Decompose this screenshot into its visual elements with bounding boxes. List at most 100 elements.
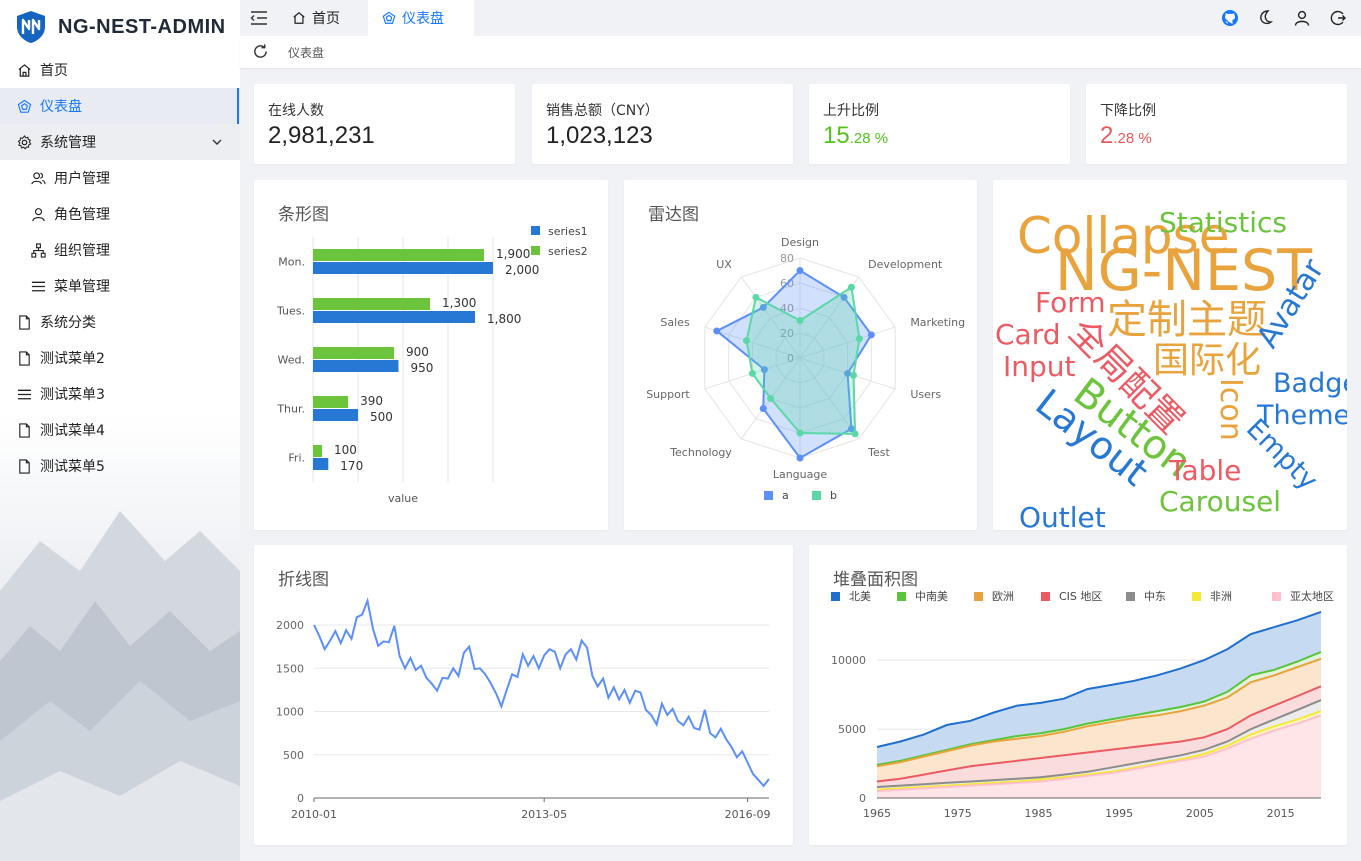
bar-series1	[313, 311, 475, 323]
bar-x-axis-label: value	[388, 492, 418, 505]
area-x-tick-label: 2005	[1186, 807, 1214, 820]
sidebar-item-test-menu-3[interactable]: 测试菜单3	[0, 376, 240, 412]
bar-category-label: Thur.	[276, 403, 305, 416]
sidebar-item-test-menu-4[interactable]: 测试菜单4	[0, 412, 240, 448]
sidebar-item-label: 组织管理	[54, 243, 110, 259]
tab-home[interactable]: 首页	[278, 0, 354, 36]
bar-value-label: 1,300	[442, 296, 476, 310]
bar-value-label: 100	[334, 443, 357, 457]
sidebar-item-test-menu-2[interactable]: 测试菜单2	[0, 340, 240, 376]
user-icon[interactable]	[1293, 9, 1311, 27]
sidebar-item-organization[interactable]: 组织管理	[0, 232, 240, 268]
menu-icon	[16, 386, 32, 402]
word-cloud: CollapseStatisticsNG-NESTForm 定制主题AvatarC…	[995, 206, 1347, 530]
area-x-tick-label: 1995	[1105, 807, 1133, 820]
chevron-down-icon[interactable]	[210, 135, 224, 149]
area-legend-label: 欧洲	[992, 590, 1014, 603]
radar-indicator-label: UX	[716, 258, 732, 271]
file-icon	[16, 314, 32, 330]
stat-card-fall: 下降比例 2.28 %	[1086, 84, 1347, 164]
menu-fold-icon[interactable]	[250, 9, 268, 27]
home-icon	[16, 62, 32, 78]
radar-point	[796, 267, 804, 274]
top-actions	[1221, 9, 1347, 27]
word-cloud-word: Carousel	[1159, 485, 1281, 518]
dashboard-icon	[382, 11, 396, 24]
stat-label: 在线人数	[268, 103, 324, 119]
radar-point	[847, 283, 855, 291]
stat-value: 2.28 %	[1100, 122, 1152, 150]
radar-point	[748, 369, 756, 377]
area-y-tick-label: 5000	[838, 723, 866, 736]
line-y-tick-label: 1000	[276, 706, 304, 719]
sidebar-item-test-menu-5[interactable]: 测试菜单5	[0, 448, 240, 484]
breadcrumb-current: 仪表盘	[288, 46, 325, 60]
line-chart-card: 折线图 0 500 1000 1500 2000 2010-01 2013-05 2016-0…	[254, 545, 793, 845]
dark-mode-icon[interactable]	[1257, 9, 1275, 27]
word-cloud-word: 定制主题	[1107, 297, 1267, 343]
github-icon[interactable]	[1221, 9, 1239, 27]
app-logo[interactable]: NG-NEST-ADMIN	[14, 10, 226, 44]
bar-legend-swatch	[531, 226, 540, 235]
stat-label: 销售总额（CNY）	[546, 103, 659, 119]
radar-legend-label: b	[830, 489, 837, 502]
sidebar-item-roles[interactable]: 角色管理	[0, 196, 240, 232]
stat-value-int: 15	[823, 122, 850, 149]
radar-chart-card: 雷达图 0 20 40 60 80 Design Development Marketing U…	[624, 180, 977, 530]
stat-value-frac: .28 %	[849, 130, 889, 147]
sidebar-item-system-category[interactable]: 系统分类	[0, 304, 240, 340]
stat-value: 2,981,231	[268, 122, 375, 149]
tab-label: 首页	[312, 11, 340, 27]
file-icon	[16, 350, 32, 366]
sidebar-item-label: 测试菜单2	[40, 351, 105, 367]
bar-value-label: 900	[406, 345, 429, 359]
bar-value-label: 1,800	[487, 312, 521, 326]
word-cloud-word: Input	[1003, 350, 1076, 383]
area-x-tick-label: 1965	[863, 807, 891, 820]
bar-category-label: Fri.	[288, 452, 305, 465]
bar-category-label: Wed.	[278, 354, 305, 367]
sidebar-item-home[interactable]: 首页	[0, 52, 240, 88]
bar-series1	[313, 262, 493, 274]
word-cloud-word: 国际化	[1153, 340, 1261, 381]
radar-legend-swatch	[764, 491, 773, 500]
logout-icon[interactable]	[1329, 9, 1347, 27]
area-legend-label: 中南美	[915, 590, 948, 603]
bar-legend-label: series2	[548, 245, 588, 258]
radar-point	[855, 335, 863, 343]
bar-series2	[313, 249, 484, 261]
radar-point	[743, 337, 751, 345]
sidebar-item-menus[interactable]: 菜单管理	[0, 268, 240, 304]
line-series	[313, 597, 770, 788]
radar-indicator-label: Marketing	[910, 316, 965, 329]
sidebar-menu: 首页 仪表盘 系统管理 用户管理 角色管理 组织管理 菜单管理 系统分类 测试菜…	[0, 52, 240, 484]
stat-label: 上升比例	[823, 103, 879, 119]
sidebar-item-label: 测试菜单4	[40, 423, 105, 439]
line-y-tick-label: 2000	[276, 619, 304, 632]
bar-series1	[313, 409, 358, 421]
tab-label: 仪表盘	[402, 11, 444, 27]
area-chart: 0 5000 10000 1965 1975 1985 1995 2005 2015 北美 中南美 欧…	[831, 590, 1334, 820]
stat-value-int: 2	[1100, 122, 1114, 149]
sidebar: NG-NEST-ADMIN 首页 仪表盘 系统管理 用户管理 角色管理 组织管理	[0, 0, 240, 861]
radar-point	[713, 327, 721, 335]
tab-dashboard[interactable]: 仪表盘	[368, 0, 474, 36]
sidebar-item-label: 首页	[40, 63, 68, 79]
bar-series2	[313, 347, 394, 359]
sidebar-item-label: 测试菜单5	[40, 459, 105, 475]
sidebar-item-users[interactable]: 用户管理	[0, 160, 240, 196]
sidebar-item-system[interactable]: 系统管理	[0, 124, 240, 160]
bar-value-label: 2,000	[505, 263, 539, 277]
word-cloud-word: Statistics	[1159, 206, 1287, 239]
sidebar-item-label: 系统分类	[40, 315, 96, 331]
bar-series2	[313, 298, 430, 310]
radar-point	[796, 454, 804, 462]
area-y-tick-label: 10000	[831, 654, 866, 667]
word-cloud-word: Badge	[1273, 368, 1347, 399]
app-title: NG-NEST-ADMIN	[58, 15, 226, 38]
refresh-icon[interactable]	[252, 43, 269, 60]
area-legend-swatch	[1192, 592, 1201, 601]
sidebar-item-dashboard[interactable]: 仪表盘	[0, 88, 240, 124]
line-x-tick-label: 2010-01	[291, 808, 337, 821]
word-cloud-word: Table	[1168, 454, 1241, 487]
